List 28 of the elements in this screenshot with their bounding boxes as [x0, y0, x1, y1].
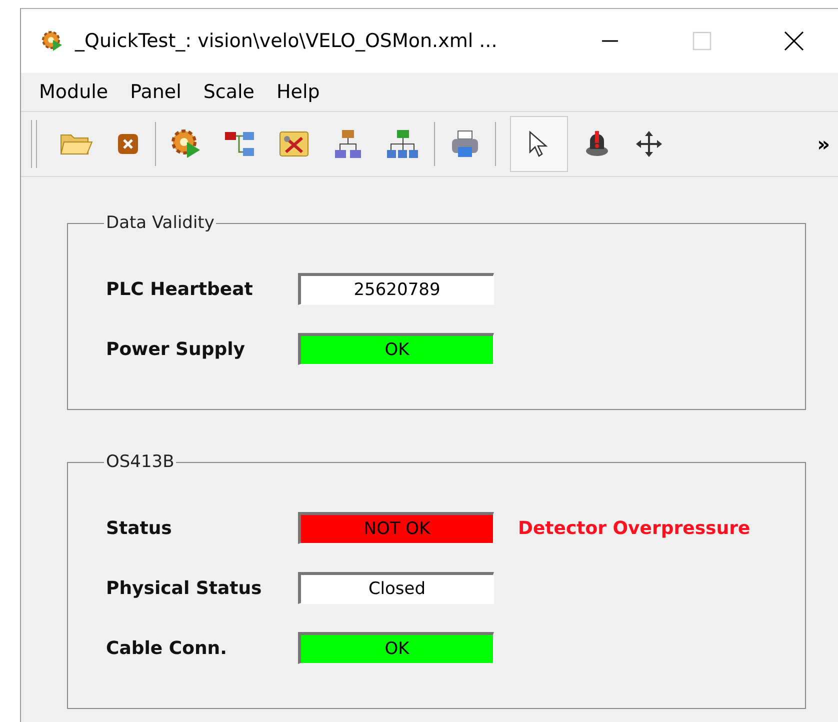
field-label: Physical Status [106, 578, 263, 598]
gear-icon[interactable] [170, 128, 202, 160]
field-label: Status [106, 518, 173, 538]
window-title: _QuickTest_: vision\velo\VELO_OSMon.xml ... [75, 30, 498, 52]
menu-item[interactable]: Help [276, 81, 320, 103]
alarm-message: Detector Overpressure [518, 518, 750, 538]
value-field: Closed [298, 572, 494, 604]
field-label: PLC Heartbeat [106, 278, 254, 300]
move-icon[interactable] [634, 129, 664, 159]
pointer-tool-button[interactable] [510, 116, 568, 172]
gear-icon [41, 30, 63, 52]
close-icon[interactable] [784, 31, 804, 51]
value-field: 25620789 [298, 273, 494, 305]
hierarchy-icon[interactable] [332, 128, 364, 160]
tree-icon[interactable] [224, 129, 256, 159]
printer-icon[interactable] [449, 129, 481, 159]
value-field: NOT OK [298, 512, 494, 544]
field-label: Power Supply [106, 338, 246, 360]
menu-item[interactable]: Scale [203, 81, 254, 103]
group-title: Data Validity [105, 213, 216, 233]
menu-item[interactable]: Panel [130, 81, 182, 103]
overflow-button[interactable]: » [817, 132, 830, 156]
group-title: OS413B [105, 452, 176, 472]
value-field: OK [298, 333, 494, 365]
hierarchy-icon[interactable] [386, 128, 420, 160]
value-field: OK [298, 632, 494, 664]
menu-item[interactable]: Module [39, 81, 108, 103]
field-label: Cable Conn. [106, 638, 228, 658]
